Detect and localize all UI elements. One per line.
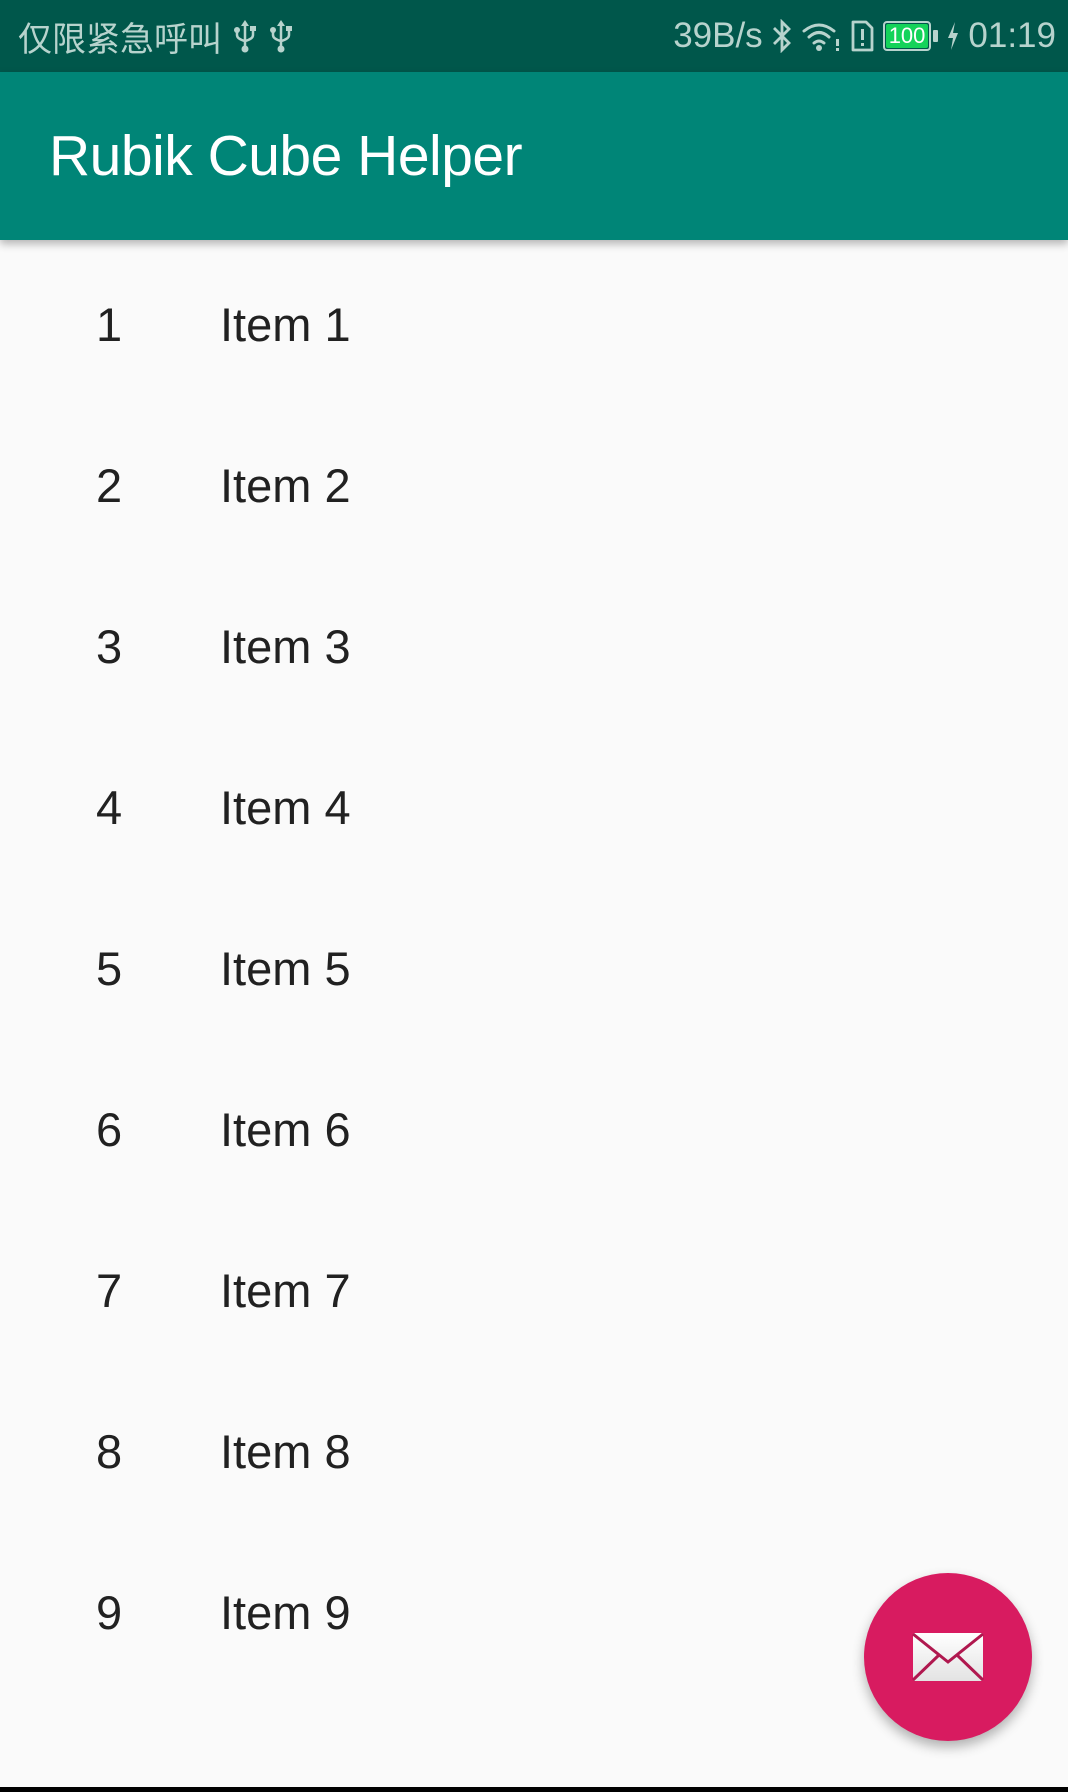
list-item[interactable]: 1 Item 1 (0, 240, 1068, 401)
battery-indicator: 100 (882, 21, 939, 51)
list-item[interactable]: 4 Item 4 (0, 723, 1068, 884)
email-icon (912, 1632, 984, 1682)
app-bar: Rubik Cube Helper (0, 72, 1068, 240)
item-number: 7 (96, 1264, 123, 1317)
item-number: 2 (96, 459, 123, 512)
usb-icon (232, 19, 258, 53)
list-item[interactable]: 8 Item 8 (0, 1367, 1068, 1528)
item-label: Item 3 (220, 620, 351, 673)
list-item[interactable]: 3 Item 3 (0, 562, 1068, 723)
list-item[interactable]: 2 Item 2 (0, 401, 1068, 562)
email-fab-button[interactable] (864, 1573, 1032, 1741)
item-number: 8 (96, 1425, 123, 1478)
item-number: 4 (96, 781, 123, 834)
sim-alert-icon (849, 19, 875, 53)
wifi-icon (801, 19, 841, 53)
list-item[interactable]: 6 Item 6 (0, 1045, 1068, 1206)
item-label: Item 8 (220, 1425, 351, 1478)
item-list: 1 Item 1 2 Item 2 3 Item 3 4 Item 4 5 Item 5 6 Item… (0, 240, 1068, 1689)
item-number: 5 (96, 942, 123, 995)
item-label: Item 6 (220, 1103, 351, 1156)
bluetooth-icon (771, 19, 793, 53)
charging-icon (946, 21, 960, 51)
item-label: Item 1 (220, 298, 351, 351)
list-item[interactable]: 5 Item 5 (0, 884, 1068, 1045)
status-bar: 仅限紧急呼叫 39B/s 100 01:19 (0, 0, 1068, 72)
network-speed: 39B/s (673, 16, 763, 55)
item-number: 9 (96, 1586, 123, 1639)
carrier-text: 仅限紧急呼叫 (18, 20, 222, 59)
app-title: Rubik Cube Helper (49, 124, 523, 188)
usb-icon (268, 19, 294, 53)
item-label: Item 4 (220, 781, 351, 834)
clock: 01:19 (968, 16, 1056, 55)
item-number: 6 (96, 1103, 123, 1156)
battery-level: 100 (885, 24, 929, 48)
item-number: 3 (96, 620, 123, 673)
item-number: 1 (96, 298, 123, 351)
list-item[interactable]: 7 Item 7 (0, 1206, 1068, 1367)
item-label: Item 5 (220, 942, 351, 995)
item-label: Item 9 (220, 1586, 351, 1639)
item-label: Item 2 (220, 459, 351, 512)
status-right: 39B/s 100 01:19 (673, 0, 1056, 72)
item-label: Item 7 (220, 1264, 351, 1317)
navigation-bar-edge (0, 1787, 1068, 1792)
status-left: 仅限紧急呼叫 (18, 0, 294, 72)
